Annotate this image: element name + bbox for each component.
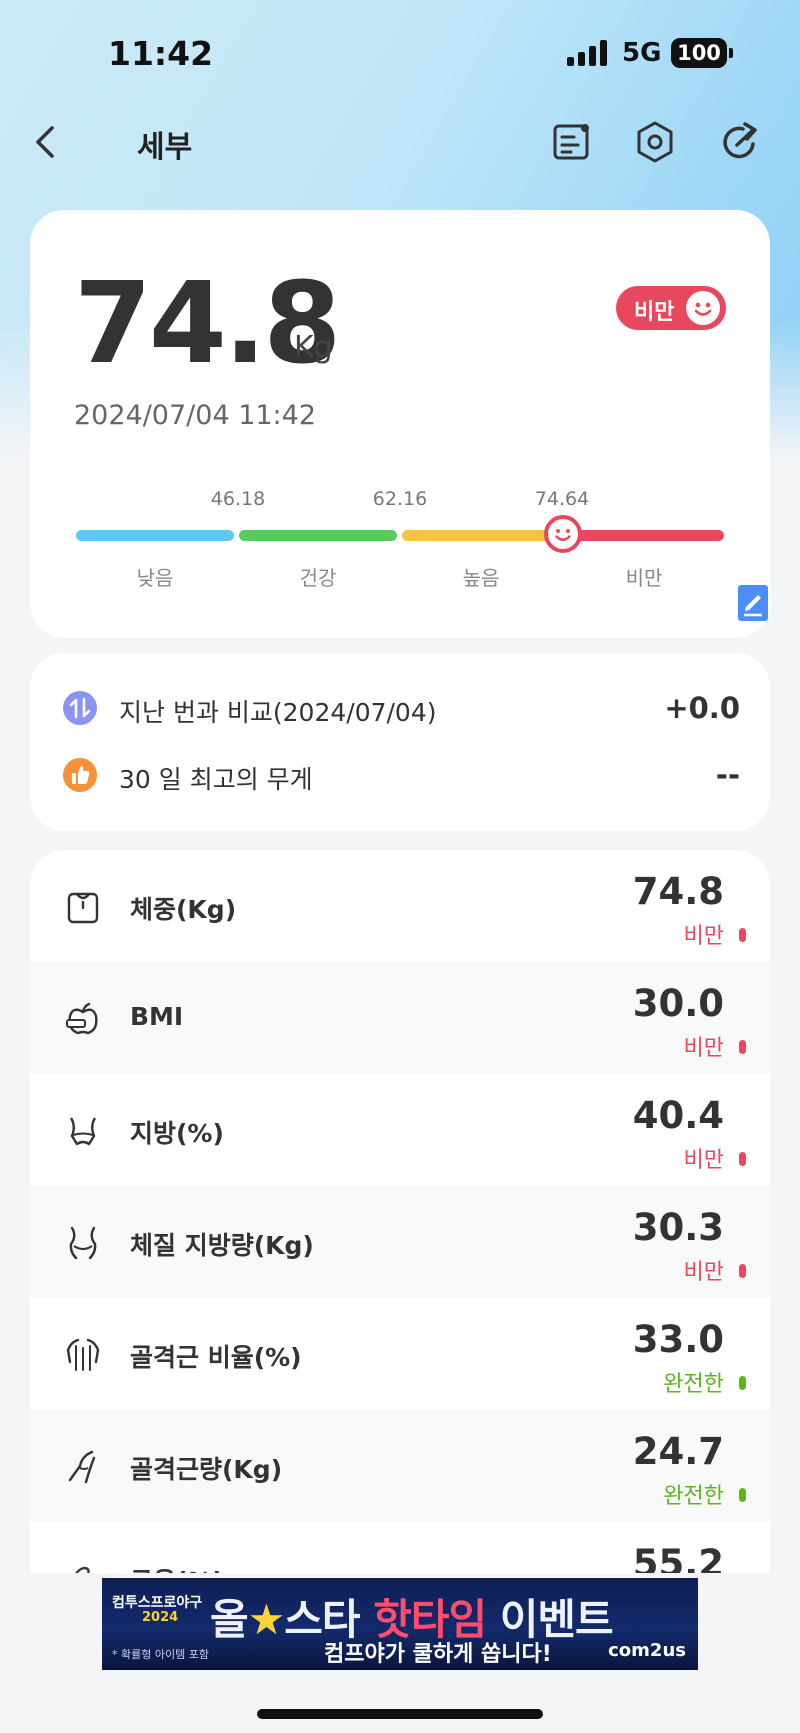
best-weight-row: 30 일 최고의 무게 -- [30, 742, 770, 808]
battery-icon: 100 [671, 38, 733, 68]
share-icon [723, 122, 757, 159]
metric-value: 24.7 [632, 1430, 724, 1473]
status-badge-label: 비만 [634, 300, 675, 325]
compare-last-label: 지난 번과 비교(2024/07/04) [119, 698, 437, 727]
measurement-datetime: 2024/07/04 11:42 [74, 400, 317, 431]
status-indicator [739, 1376, 746, 1390]
smiley-icon [686, 291, 720, 325]
home-indicator [257, 1709, 543, 1719]
status-time: 11:42 [108, 34, 214, 73]
scale-threshold: 62.16 [372, 488, 428, 510]
ad-tagline: 컴프야가 쿨하게 쏩니다! [324, 1642, 552, 1667]
ad-year: 2024 [142, 1610, 179, 1625]
apple-tape-icon [66, 1002, 98, 1035]
metric-name: 골격근량(Kg) [130, 1455, 283, 1484]
edit-button[interactable] [738, 585, 768, 621]
metric-name: 근육(%) [130, 1562, 224, 1573]
settings-button[interactable] [631, 118, 679, 166]
ad-subtitle: 컴투스프로야구 [112, 1595, 203, 1611]
metric-row-muscle[interactable]: 근육(%) 55.2 [30, 1522, 770, 1573]
metric-status: 비만 [683, 1148, 724, 1173]
star-icon: ★ [247, 1595, 286, 1644]
chevron-left-icon [36, 126, 54, 158]
smiley-icon [555, 529, 571, 541]
scale-segment-obese [565, 530, 724, 541]
network-type: 5G [622, 38, 662, 68]
metric-row-body-fat-mass[interactable]: 체질 지방량(Kg) 30.3 비만 [30, 1186, 770, 1298]
scale-label: 낮음 [136, 566, 174, 590]
metric-value: 40.4 [632, 1094, 724, 1137]
metric-value: 55.2 [632, 1542, 724, 1573]
nav-bar: 세부 [0, 110, 800, 174]
metric-name: 체질 지방량(Kg) [130, 1231, 314, 1260]
swap-icon [63, 691, 97, 725]
metric-name: 골격근 비율(%) [130, 1343, 302, 1372]
weight-unit: Kg [294, 330, 333, 365]
scale-threshold: 46.18 [210, 488, 266, 510]
compare-last-row: 지난 번과 비교(2024/07/04) +0.0 [30, 675, 770, 741]
body-fat-icon [69, 1226, 97, 1260]
status-indicator [739, 1152, 746, 1166]
metric-status: 완전한 [663, 1372, 724, 1397]
metric-status: 완전한 [663, 1484, 724, 1509]
metric-status: 비만 [683, 1036, 724, 1061]
signal-icon [567, 40, 609, 66]
status-indicator [739, 1488, 746, 1502]
metric-row-skeletal-muscle-ratio[interactable]: 골격근 비율(%) 33.0 완전한 [30, 1298, 770, 1410]
torso-icon [66, 1338, 100, 1371]
metric-name: BMI [130, 1002, 184, 1031]
ad-banner[interactable]: 컴투스프로야구 2024 올★스타 핫타임 이벤트 * 확률형 아이템 포함 컴… [102, 1578, 698, 1670]
metric-row-weight[interactable]: 체중(Kg) 74.8 비만 [30, 850, 770, 962]
status-indicator [739, 1040, 746, 1054]
weight-summary-card: 74.8 Kg 2024/07/04 11:42 비만 46.18 62.16 … [30, 210, 770, 638]
ad-fineprint: * 확률형 아이템 포함 [112, 1648, 209, 1661]
status-badge: 비만 [616, 286, 726, 330]
scale-marker [544, 515, 582, 553]
status-indicator [739, 1264, 746, 1278]
metric-row-fat[interactable]: 지방(%) 40.4 비만 [30, 1074, 770, 1186]
status-bar: 11:42 5G 100 [0, 0, 800, 110]
waist-icon [69, 1117, 97, 1146]
pencil-icon [744, 595, 762, 617]
status-indicator [739, 928, 746, 942]
metric-value: 30.3 [632, 1206, 724, 1249]
metric-status: 비만 [683, 1260, 724, 1285]
back-button[interactable] [22, 118, 70, 166]
notes-button[interactable] [547, 118, 595, 166]
compare-last-value: +0.0 [664, 691, 740, 725]
share-button[interactable] [715, 118, 763, 166]
metrics-list: 체중(Kg) 74.8 비만 BMI 30.0 비만 지방(%) 40.4 비만… [30, 850, 770, 1573]
scale-segment-healthy [239, 530, 397, 541]
scale-threshold: 74.64 [534, 488, 590, 510]
metric-value: 30.0 [632, 982, 724, 1025]
arm-muscle-icon [75, 1566, 90, 1573]
metric-name: 지방(%) [130, 1119, 224, 1148]
ad-logo: com2us [608, 1640, 686, 1661]
scale-segment-high [402, 530, 560, 541]
scale-label: 건강 [299, 566, 337, 590]
best-weight-value: -- [715, 758, 740, 792]
scale-label: 비만 [625, 566, 663, 590]
thumbs-up-icon [63, 758, 97, 792]
scale-label: 높음 [462, 566, 500, 590]
leg-muscle-icon [68, 1450, 96, 1484]
comparison-card: 지난 번과 비교(2024/07/04) +0.0 30 일 최고의 무게 -- [30, 653, 770, 831]
page-title: 세부 [137, 130, 193, 165]
gear-icon [637, 121, 673, 163]
notes-icon [553, 124, 589, 160]
metric-row-bmi[interactable]: BMI 30.0 비만 [30, 962, 770, 1074]
metric-value: 74.8 [632, 870, 724, 913]
metric-value: 33.0 [632, 1318, 724, 1361]
scale-icon [67, 892, 99, 924]
best-weight-label: 30 일 최고의 무게 [119, 765, 313, 794]
metric-row-skeletal-muscle-mass[interactable]: 골격근량(Kg) 24.7 완전한 [30, 1410, 770, 1522]
scale-segment-low [76, 530, 234, 541]
metric-name: 체중(Kg) [130, 895, 237, 924]
metric-status: 비만 [683, 924, 724, 949]
